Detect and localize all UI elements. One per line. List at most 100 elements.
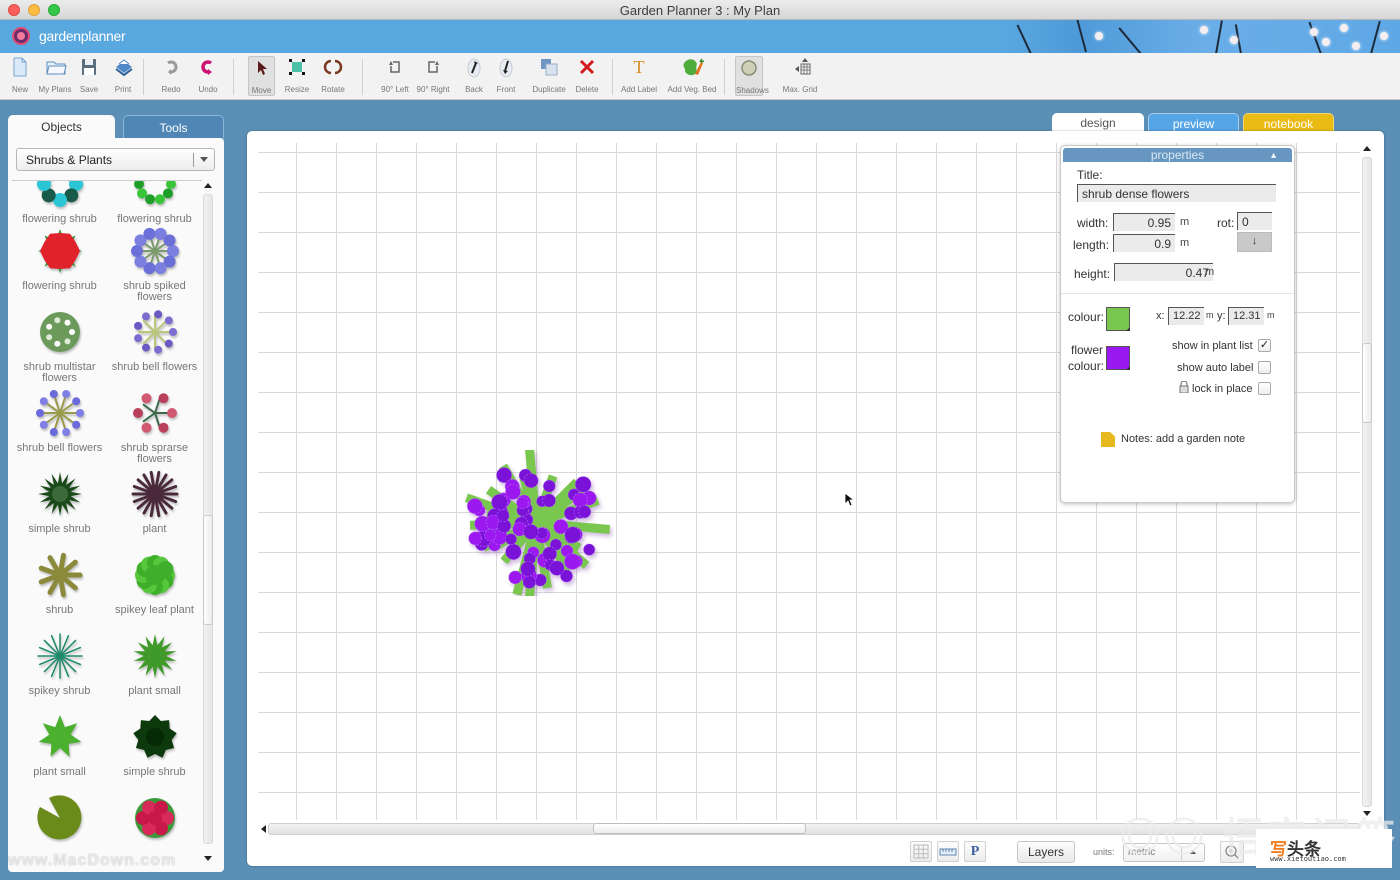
units-dropdown[interactable]: metric bbox=[1123, 843, 1205, 862]
move-button[interactable]: Move bbox=[248, 56, 275, 96]
ruler-toggle-button[interactable] bbox=[937, 841, 959, 862]
layers-button[interactable]: Layers bbox=[1017, 841, 1075, 863]
flower-colour-label-line1: flower bbox=[1071, 343, 1104, 357]
scroll-left-icon[interactable] bbox=[261, 825, 266, 833]
length-input[interactable]: 0.9 bbox=[1113, 234, 1175, 252]
object-item-shrub[interactable]: shrub bbox=[12, 550, 107, 616]
floppy-disk-icon bbox=[79, 56, 99, 78]
object-item-plant-small[interactable]: plant small bbox=[12, 712, 107, 778]
print-button[interactable]: Print bbox=[111, 56, 135, 96]
object-item-shrub-bell-flowers[interactable]: shrub bell flowers bbox=[107, 307, 202, 373]
object-item-shrub-sprarse-flowers[interactable]: shrub sprarse flowers bbox=[107, 388, 202, 465]
front-button[interactable]: Front bbox=[494, 56, 518, 96]
svg-text:T: T bbox=[634, 57, 645, 77]
rotate-left-button[interactable]: 90° Left bbox=[379, 56, 411, 96]
zoom-in-icon bbox=[1225, 845, 1239, 859]
object-item-plant-small[interactable]: plant small bbox=[107, 631, 202, 697]
canvas-vertical-scrollbar[interactable] bbox=[1361, 143, 1374, 820]
collapse-panel-icon[interactable]: ▲ bbox=[1269, 148, 1278, 162]
object-item-label: shrub bell flowers bbox=[111, 361, 198, 373]
x-position-input[interactable]: 12.22 bbox=[1168, 307, 1204, 325]
width-input[interactable]: 0.95 bbox=[1113, 213, 1175, 231]
objects-list-scrollbar[interactable] bbox=[202, 180, 214, 865]
object-item-spikey-leaf-plant[interactable]: spikey leaf plant bbox=[107, 550, 202, 616]
object-item-shrub-multistar-flowers[interactable]: shrub multistar flowers bbox=[12, 307, 107, 384]
y-position-input[interactable]: 12.31 bbox=[1228, 307, 1264, 325]
add-garden-note-link[interactable]: Notes: add a garden note bbox=[1121, 433, 1245, 445]
scrollbar-thumb[interactable] bbox=[593, 823, 806, 834]
rotate-right-button[interactable]: 90° Right bbox=[415, 56, 451, 96]
gardenplanner-logo-icon bbox=[12, 27, 30, 45]
scrollbar-thumb[interactable] bbox=[1362, 343, 1372, 423]
folder-icon bbox=[45, 56, 67, 78]
properties-panel: properties ▲ Title: shrub dense flowers … bbox=[1060, 145, 1295, 503]
plant-list-p-button[interactable]: P bbox=[964, 841, 986, 862]
rotate-button[interactable]: Rotate bbox=[318, 56, 348, 96]
rotation-input[interactable]: 0 bbox=[1237, 212, 1272, 230]
rotate-left-icon bbox=[385, 56, 405, 78]
duplicate-button[interactable]: Duplicate bbox=[531, 56, 567, 96]
max-grid-button[interactable]: Max. Grid bbox=[780, 56, 820, 96]
undo-button[interactable]: Undo bbox=[195, 56, 221, 96]
object-item-flowering-shrub[interactable]: flowering shrub bbox=[12, 226, 107, 292]
back-button[interactable]: Back bbox=[462, 56, 486, 96]
flower-colour-swatch[interactable] bbox=[1106, 346, 1130, 370]
add-label-button[interactable]: T Add Label bbox=[619, 56, 659, 96]
objects-panel: Objects Tools Shrubs & Plants flowering … bbox=[8, 115, 224, 872]
rotation-apply-button[interactable]: ↓ bbox=[1237, 232, 1272, 252]
redo-icon bbox=[161, 56, 181, 78]
colour-swatch[interactable] bbox=[1106, 307, 1130, 331]
object-item-lily-pad[interactable] bbox=[12, 793, 107, 848]
object-item-shrub-bell-flowers[interactable]: shrub bell flowers bbox=[12, 388, 107, 454]
zoom-in-button[interactable] bbox=[1220, 841, 1244, 863]
object-item-spikey-shrub[interactable]: spikey shrub bbox=[12, 631, 107, 697]
shrub-spiked-flowers-icon bbox=[130, 226, 180, 276]
scroll-up-icon[interactable] bbox=[1363, 146, 1371, 151]
lily-pad-icon bbox=[35, 793, 85, 843]
object-item-label: shrub spiked flowers bbox=[123, 280, 186, 303]
object-item-label: plant small bbox=[128, 685, 181, 697]
x-unit: m bbox=[1206, 310, 1214, 320]
object-item-flowering-shrub[interactable]: flowering shrub bbox=[107, 181, 202, 225]
toolbar-separator bbox=[362, 59, 363, 95]
show-auto-label-label: show auto label bbox=[1177, 362, 1254, 374]
title-input[interactable]: shrub dense flowers bbox=[1077, 184, 1276, 202]
tab-tools[interactable]: Tools bbox=[123, 115, 224, 139]
properties-header: properties ▲ bbox=[1063, 148, 1292, 162]
shrub-sparse-flowers-icon bbox=[130, 388, 180, 438]
object-item-simple-shrub[interactable]: simple shrub bbox=[12, 469, 107, 535]
scroll-down-icon[interactable] bbox=[1363, 811, 1371, 816]
shrub-dense-flowers-object[interactable] bbox=[458, 450, 614, 596]
shadows-button[interactable]: Shadows bbox=[735, 56, 769, 96]
object-item-plant[interactable]: plant bbox=[107, 469, 202, 535]
object-item-simple-shrub[interactable]: simple shrub bbox=[107, 712, 202, 778]
add-veg-bed-button[interactable]: Add Veg. Bed bbox=[666, 56, 718, 96]
delete-button[interactable]: Delete bbox=[573, 56, 601, 96]
undo-icon bbox=[198, 56, 218, 78]
scrollbar-thumb[interactable] bbox=[203, 515, 213, 625]
scroll-down-icon[interactable] bbox=[204, 856, 212, 861]
save-button[interactable]: Save bbox=[77, 56, 101, 96]
my-plans-button[interactable]: My Plans bbox=[36, 56, 74, 96]
category-dropdown[interactable]: Shrubs & Plants bbox=[16, 148, 215, 171]
show-in-plant-list-checkbox[interactable]: ✓ bbox=[1258, 339, 1271, 352]
length-label: length: bbox=[1073, 238, 1110, 252]
object-item-shrub-spiked-flowers[interactable]: shrub spiked flowers bbox=[107, 226, 202, 303]
title-label: Title: bbox=[1077, 168, 1103, 182]
shrub-multistar-flowers-icon bbox=[35, 307, 85, 357]
resize-button[interactable]: Resize bbox=[283, 56, 311, 96]
object-item-rose-bush[interactable] bbox=[107, 793, 202, 848]
properties-divider bbox=[1061, 293, 1294, 294]
lock-in-place-checkbox[interactable] bbox=[1258, 382, 1271, 395]
object-item-flowering-shrub[interactable]: flowering shrub bbox=[12, 181, 107, 225]
tab-objects[interactable]: Objects bbox=[8, 115, 115, 139]
scroll-up-icon[interactable] bbox=[204, 183, 212, 188]
length-unit: m bbox=[1180, 237, 1190, 249]
show-auto-label-checkbox[interactable] bbox=[1258, 361, 1271, 374]
canvas-horizontal-scrollbar[interactable] bbox=[258, 823, 1360, 835]
main-toolbar: New My Plans Save Print Redo Undo Move R… bbox=[0, 53, 1400, 100]
grid-toggle-button[interactable] bbox=[910, 841, 932, 862]
height-input[interactable]: 0.47 bbox=[1114, 263, 1213, 281]
new-button[interactable]: New bbox=[6, 56, 34, 96]
redo-button[interactable]: Redo bbox=[158, 56, 184, 96]
